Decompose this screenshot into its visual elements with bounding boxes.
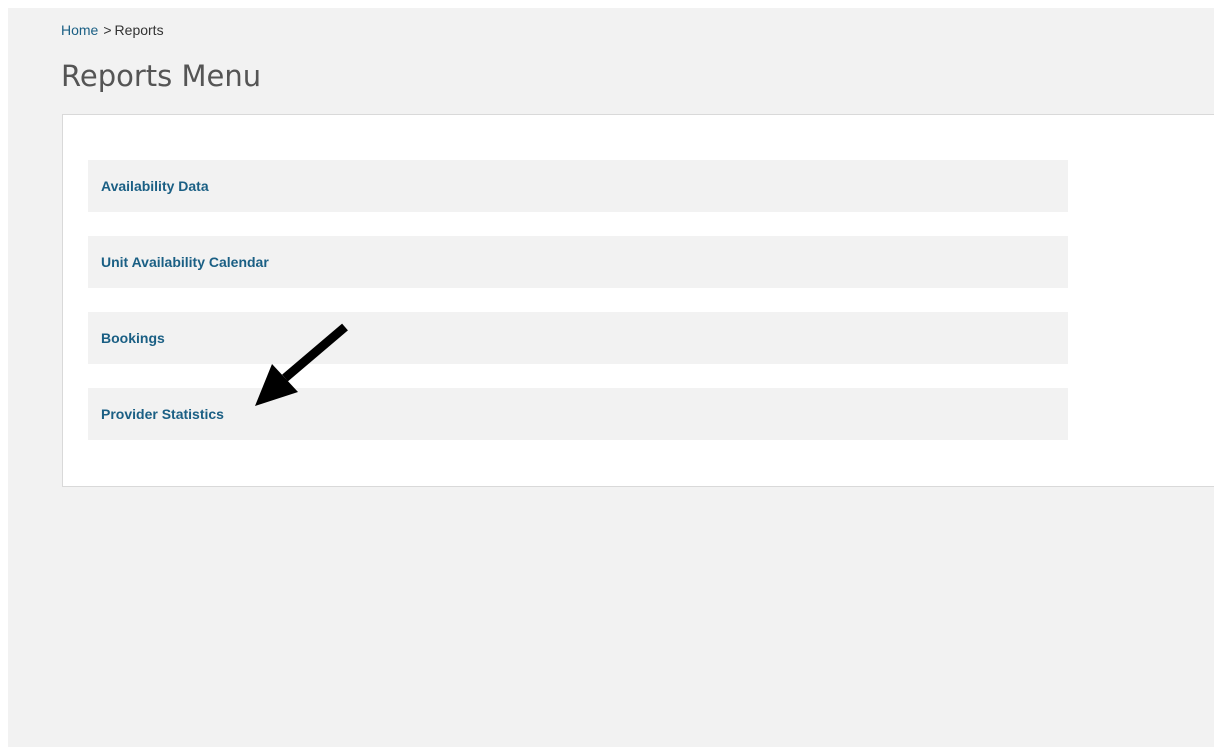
page-background: Home > Reports Reports Menu Availability D… (8, 8, 1214, 747)
arrow-annotation-icon (255, 323, 348, 406)
menu-item-availability-data[interactable]: Availability Data (88, 160, 1068, 212)
breadcrumb: Home > Reports (61, 22, 164, 38)
breadcrumb-current: Reports (114, 22, 164, 38)
menu-item-bookings[interactable]: Bookings (88, 312, 1068, 364)
menu-item-unit-availability-calendar[interactable]: Unit Availability Calendar (88, 236, 1068, 288)
breadcrumb-home-link[interactable]: Home (61, 22, 98, 38)
reports-menu-panel: Availability Data Unit Availability Cale… (62, 114, 1214, 487)
menu-item-provider-statistics[interactable]: Provider Statistics (88, 388, 1068, 440)
breadcrumb-separator: > (103, 22, 112, 38)
page-title: Reports Menu (61, 59, 262, 93)
